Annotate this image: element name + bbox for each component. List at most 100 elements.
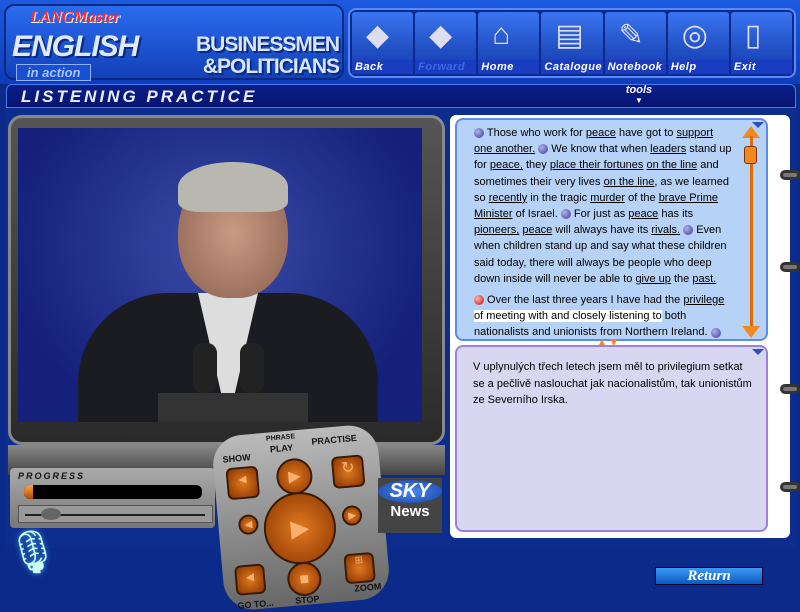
- play-phrase-button[interactable]: ▶: [274, 456, 314, 496]
- transcript-text-segment: have got to: [615, 127, 677, 139]
- transcript-text-segment: will always have its: [552, 224, 652, 237]
- tools-button[interactable]: tools ▼: [619, 84, 659, 108]
- transcript-text-segment: We know that when: [548, 143, 651, 156]
- current-sentence-bullet-icon[interactable]: [474, 295, 484, 306]
- header: LANGMaster ENGLISH in action BUSINESSMEN…: [0, 0, 800, 84]
- highlighted-phrase: of meeting with and closely listening to: [474, 310, 662, 323]
- vocabulary-link[interactable]: rivals.: [651, 224, 680, 236]
- vocabulary-link[interactable]: give up: [635, 273, 670, 285]
- vocabulary-link[interactable]: privilege: [683, 294, 724, 306]
- nav-help-button[interactable]: ◎ Help: [667, 12, 729, 74]
- back-icon: ◆: [366, 19, 390, 52]
- progress-fill: [24, 485, 33, 499]
- course-title-line2: &POLITICIANS: [202, 55, 340, 78]
- vocabulary-link[interactable]: peace: [586, 127, 616, 139]
- forward-button[interactable]: ▶: [341, 504, 363, 527]
- transcript-text-segment: Those who work for: [484, 127, 586, 139]
- tools-label: tools: [625, 84, 653, 96]
- scroll-thumb[interactable]: [744, 146, 757, 164]
- transcript-text-segment: the: [670, 272, 693, 285]
- scroll-down-arrow-icon[interactable]: [742, 326, 760, 338]
- transcript-text-segment: of the: [625, 191, 659, 204]
- vocabulary-link[interactable]: on the line,: [604, 176, 658, 188]
- transcript-scrollbar[interactable]: [741, 126, 761, 338]
- transcript-box[interactable]: Those who work for peace have got to sup…: [455, 118, 768, 341]
- sentence-bullet-icon[interactable]: [538, 144, 549, 155]
- speaker-hair: [178, 162, 288, 212]
- notebook-icon: ✎: [618, 19, 644, 52]
- vocabulary-link[interactable]: pioneers,: [474, 224, 519, 236]
- series-subtitle: in action: [16, 64, 92, 81]
- transcript-paragraph: Those who work for peace have got to sup…: [474, 125, 732, 287]
- transcript-text-segment: has its: [658, 208, 694, 221]
- sentence-bullet-icon[interactable]: [683, 225, 694, 236]
- rewind-button[interactable]: ◀: [237, 513, 260, 536]
- sky-logo-text: SKY: [378, 480, 442, 503]
- zoom-button[interactable]: ⊞: [343, 551, 376, 585]
- nav-label: Home: [478, 60, 540, 74]
- slider-thumb[interactable]: [41, 508, 61, 520]
- vocabulary-link[interactable]: murder: [590, 192, 625, 204]
- course-title: BUSINESSMEN &POLITICIANS: [196, 33, 340, 78]
- microphone-mascot-icon: 🎙: [6, 528, 60, 575]
- practise-button[interactable]: ↻: [330, 454, 366, 490]
- nav-back-button[interactable]: ◆ Back: [352, 12, 414, 74]
- binder-ring-icon: [780, 384, 800, 394]
- nav-forward-button: ◆ Forward: [415, 12, 477, 74]
- sky-news-logo: SKY News: [378, 478, 442, 533]
- podium: [158, 393, 308, 422]
- vocabulary-link[interactable]: leaders: [650, 143, 686, 155]
- nav-catalogue-button[interactable]: ▤ Catalogue: [541, 12, 603, 74]
- catalogue-icon: ▤: [555, 19, 584, 52]
- home-icon: ⌂: [492, 18, 511, 51]
- vocabulary-link[interactable]: recently: [489, 192, 528, 204]
- stop-button[interactable]: ■: [285, 560, 323, 598]
- nav-home-button[interactable]: ⌂ Home: [478, 12, 540, 74]
- video-player[interactable]: [18, 128, 422, 422]
- course-title-line1: BUSINESSMEN: [196, 33, 340, 56]
- page-title-bar: LISTENING PRACTICE tools ▼: [6, 84, 796, 108]
- show-button[interactable]: ◂: [225, 465, 261, 501]
- play-button[interactable]: ▶: [260, 489, 339, 568]
- phrase-label: PHRASE: [265, 433, 296, 443]
- sentence-bullet-icon[interactable]: [560, 209, 571, 220]
- binder-ring-icon: [780, 170, 800, 180]
- nav-label: Back: [352, 60, 414, 74]
- transcript-paragraph: Over the last three years I have had the…: [474, 292, 732, 341]
- practise-label: PRACTISE: [311, 432, 358, 447]
- vocabulary-link[interactable]: place their fortunes: [550, 159, 644, 171]
- vocabulary-link[interactable]: on the line: [646, 159, 697, 171]
- zoom-label: ZOOM: [353, 581, 382, 594]
- vocabulary-link[interactable]: past.: [692, 273, 716, 285]
- nav-label: Notebook: [604, 60, 666, 74]
- sentence-bullet-icon[interactable]: [474, 128, 484, 139]
- microphone-icon: [240, 343, 264, 393]
- return-button[interactable]: Return: [655, 567, 763, 585]
- news-logo-text: News: [390, 503, 430, 520]
- nav-label: Exit: [730, 60, 792, 74]
- nav-notebook-button[interactable]: ✎ Notebook: [604, 12, 666, 74]
- microphone-icon: [193, 343, 217, 393]
- chevron-down-icon: ▼: [635, 96, 643, 105]
- transcript-text-segment: Over the last three years I have had the: [484, 294, 684, 307]
- position-slider[interactable]: [18, 505, 213, 523]
- forward-icon: ◆: [429, 19, 453, 52]
- nav-label: Help: [667, 60, 729, 74]
- scroll-track[interactable]: [750, 136, 753, 328]
- progress-panel: PROGRESS: [10, 468, 215, 528]
- series-logo: ENGLISH: [12, 30, 139, 63]
- nav-exit-button[interactable]: ▯ Exit: [730, 12, 792, 74]
- vocabulary-link[interactable]: peace: [522, 224, 552, 236]
- progress-label: PROGRESS: [18, 471, 86, 481]
- lifebuoy-icon: ◎: [681, 19, 708, 52]
- vocabulary-link[interactable]: peace: [628, 208, 658, 220]
- vocabulary-link[interactable]: peace,: [490, 159, 523, 171]
- show-label: SHOW: [222, 452, 251, 465]
- play-label: PLAY: [269, 442, 294, 455]
- transcript-text-segment: in the tragic: [527, 191, 591, 204]
- nav-label: Forward: [415, 60, 477, 74]
- corner-triangle-icon: [752, 349, 764, 355]
- goto-button[interactable]: ◂: [233, 563, 267, 596]
- sentence-bullet-icon[interactable]: [710, 327, 721, 338]
- brand-logo: LANGMaster ENGLISH in action BUSINESSMEN…: [4, 4, 344, 81]
